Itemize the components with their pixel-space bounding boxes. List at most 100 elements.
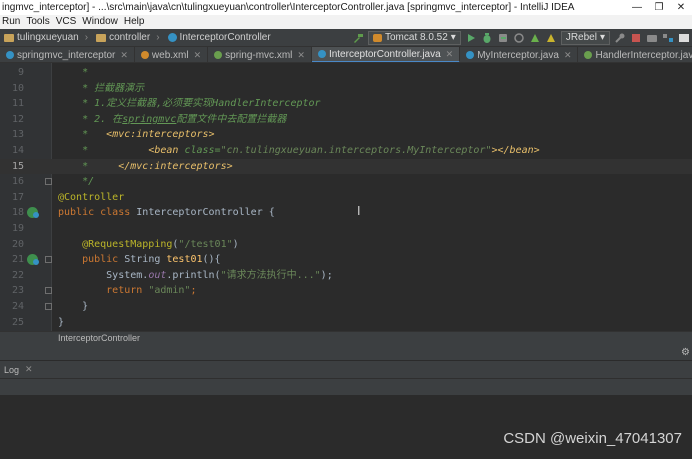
menu-help[interactable]: Help <box>122 15 149 29</box>
tab-label: web.xml <box>151 49 189 61</box>
run-icon[interactable] <box>465 32 477 44</box>
settings-wrench-icon[interactable] <box>614 32 626 44</box>
close-icon[interactable]: ✕ <box>446 49 454 60</box>
line-code: * <bean class="cn.tulingxueyuan.intercep… <box>58 143 540 159</box>
tab-log[interactable]: Log ✕ <box>0 364 37 375</box>
editor-breadcrumb[interactable]: InterceptorController <box>0 331 692 345</box>
menu-run[interactable]: Run <box>0 15 24 29</box>
code-token: "admin" <box>148 285 191 297</box>
code-token: class= <box>184 145 221 156</box>
code-line[interactable]: 15 * </mvc:interceptors> <box>0 158 692 175</box>
jrebel-debug-icon[interactable] <box>545 32 557 44</box>
tab-web-xml[interactable]: web.xml ✕ <box>135 47 209 62</box>
menu-window[interactable]: Window <box>80 15 122 29</box>
chevron-right-icon: › <box>84 32 89 43</box>
coverage-icon[interactable] <box>497 32 509 44</box>
code-token: * <box>58 129 107 141</box>
stop-icon[interactable] <box>630 32 642 44</box>
tab-springmvc-interceptor[interactable]: springmvc_interceptor ✕ <box>0 47 135 62</box>
code-line[interactable]: 17 @Controller <box>0 190 692 206</box>
search-everywhere-icon[interactable] <box>678 32 690 44</box>
spring-bean-gutter-icon[interactable] <box>27 207 39 219</box>
dropdown-arrow-icon: ▾ <box>450 32 456 43</box>
nav-crumb-label: controller <box>109 32 151 43</box>
run-config-select[interactable]: Tomcat 8.0.52 ▾ <box>367 31 461 45</box>
code-token: * <box>58 67 89 78</box>
line-code: public class InterceptorController { <box>58 205 275 221</box>
project-structure-icon[interactable] <box>662 32 674 44</box>
tab-handler-interceptor[interactable]: HandlerInterceptor.java ✕ <box>578 47 692 62</box>
close-window-button[interactable]: ✕ <box>670 0 692 15</box>
tab-label: Log <box>4 364 20 375</box>
code-line[interactable]: 24 } <box>0 299 692 315</box>
tab-spring-mvc-xml[interactable]: spring-mvc.xml ✕ <box>208 47 312 62</box>
bottom-tab-bar: Log ✕ <box>0 360 692 378</box>
close-icon[interactable]: ✕ <box>194 50 202 61</box>
code-token: */ <box>58 176 95 188</box>
close-icon[interactable]: ✕ <box>564 50 572 61</box>
code-editor[interactable]: 9 * 10 * 拦截器演示 11 * 1.定义拦截器,必须要实现HandlerIn… <box>0 63 692 331</box>
code-line[interactable]: 14 * <bean class="cn.tulingxueyuan.inter… <box>0 143 692 159</box>
menu-bar: Run Tools VCS Window Help <box>0 15 692 29</box>
fold-marker-icon[interactable] <box>45 303 52 310</box>
code-token: </mvc:interceptors> <box>118 160 233 172</box>
text-cursor-icon: I <box>357 204 361 218</box>
restore-button[interactable]: ❐ <box>648 0 670 15</box>
build-hammer-icon[interactable] <box>352 32 364 44</box>
code-line[interactable]: 13 * <mvc:interceptors> <box>0 127 692 143</box>
nav-crumb-class[interactable]: InterceptorController <box>164 32 275 43</box>
tab-interceptor-controller[interactable]: InterceptorController.java ✕ <box>311 47 461 62</box>
code-token: * 拦截器演示 <box>58 82 145 94</box>
menu-vcs[interactable]: VCS <box>54 15 81 29</box>
spring-xml-icon <box>214 51 223 59</box>
code-line[interactable]: 16 */ <box>0 174 692 190</box>
code-line[interactable]: 18 public class InterceptorController { <box>0 205 692 221</box>
code-token: (){ <box>202 254 221 266</box>
code-token: InterceptorController { <box>136 207 275 219</box>
code-token: 配置文件中去配置拦截器 <box>176 113 287 125</box>
close-icon[interactable]: ✕ <box>297 50 305 61</box>
log-output[interactable] <box>0 395 692 459</box>
fold-marker-icon[interactable] <box>45 178 52 186</box>
line-number: 19 <box>11 223 24 234</box>
log-toolbar <box>0 378 692 395</box>
debug-icon[interactable] <box>481 32 493 44</box>
jrebel-label: JRebel <box>565 32 597 43</box>
chevron-right-icon: › <box>156 32 160 43</box>
navigation-bar: tulingxueyuan › controller › Interceptor… <box>0 29 692 47</box>
code-line[interactable]: 11 * 1.定义拦截器,必须要实现HandlerInterceptor <box>0 96 692 112</box>
nav-crumb-controller[interactable]: controller › <box>92 32 163 43</box>
code-line[interactable]: 22 System.out.println("请求方法执行中..."); <box>0 268 692 284</box>
code-line[interactable]: 25} <box>0 315 692 331</box>
spring-bean-gutter-icon[interactable] <box>27 254 39 266</box>
fold-marker-icon[interactable] <box>45 287 52 295</box>
nav-crumb-package[interactable]: tulingxueyuan › <box>0 32 92 43</box>
gear-icon[interactable]: ⚙ <box>681 347 690 358</box>
line-number: 15 <box>11 160 24 172</box>
camera-icon[interactable] <box>646 32 658 44</box>
code-line[interactable]: 19 <box>0 221 692 237</box>
minimize-button[interactable]: — <box>626 0 648 15</box>
line-code: * <mvc:interceptors> <box>58 127 214 143</box>
nav-crumb-label: tulingxueyuan <box>17 32 79 43</box>
jrebel-run-icon[interactable] <box>529 32 541 44</box>
fold-marker-icon[interactable] <box>45 256 52 264</box>
tomcat-icon <box>372 34 382 42</box>
jrebel-select[interactable]: JRebel ▾ <box>560 31 610 45</box>
code-line[interactable]: 23 return "admin"; <box>0 283 692 299</box>
code-line[interactable]: 20 @RequestMapping("/test01") <box>0 237 692 253</box>
close-icon[interactable]: ✕ <box>120 50 128 61</box>
menu-tools[interactable]: Tools <box>24 15 53 29</box>
code-line[interactable]: 10 * 拦截器演示 <box>0 81 692 97</box>
line-number: 25 <box>11 316 24 328</box>
tab-my-interceptor[interactable]: MyInterceptor.java ✕ <box>460 47 579 62</box>
line-number: 10 <box>11 82 24 94</box>
code-line[interactable]: 21 public String test01(){ <box>0 252 692 268</box>
line-code: @Controller <box>58 190 124 206</box>
code-token: public <box>58 254 125 266</box>
code-line[interactable]: 9 * <box>0 65 692 81</box>
java-class-icon <box>466 51 475 59</box>
profile-icon[interactable] <box>513 32 525 44</box>
code-line[interactable]: 12 * 2. 在springmvc配置文件中去配置拦截器 <box>0 112 692 128</box>
close-icon[interactable]: ✕ <box>25 364 33 375</box>
